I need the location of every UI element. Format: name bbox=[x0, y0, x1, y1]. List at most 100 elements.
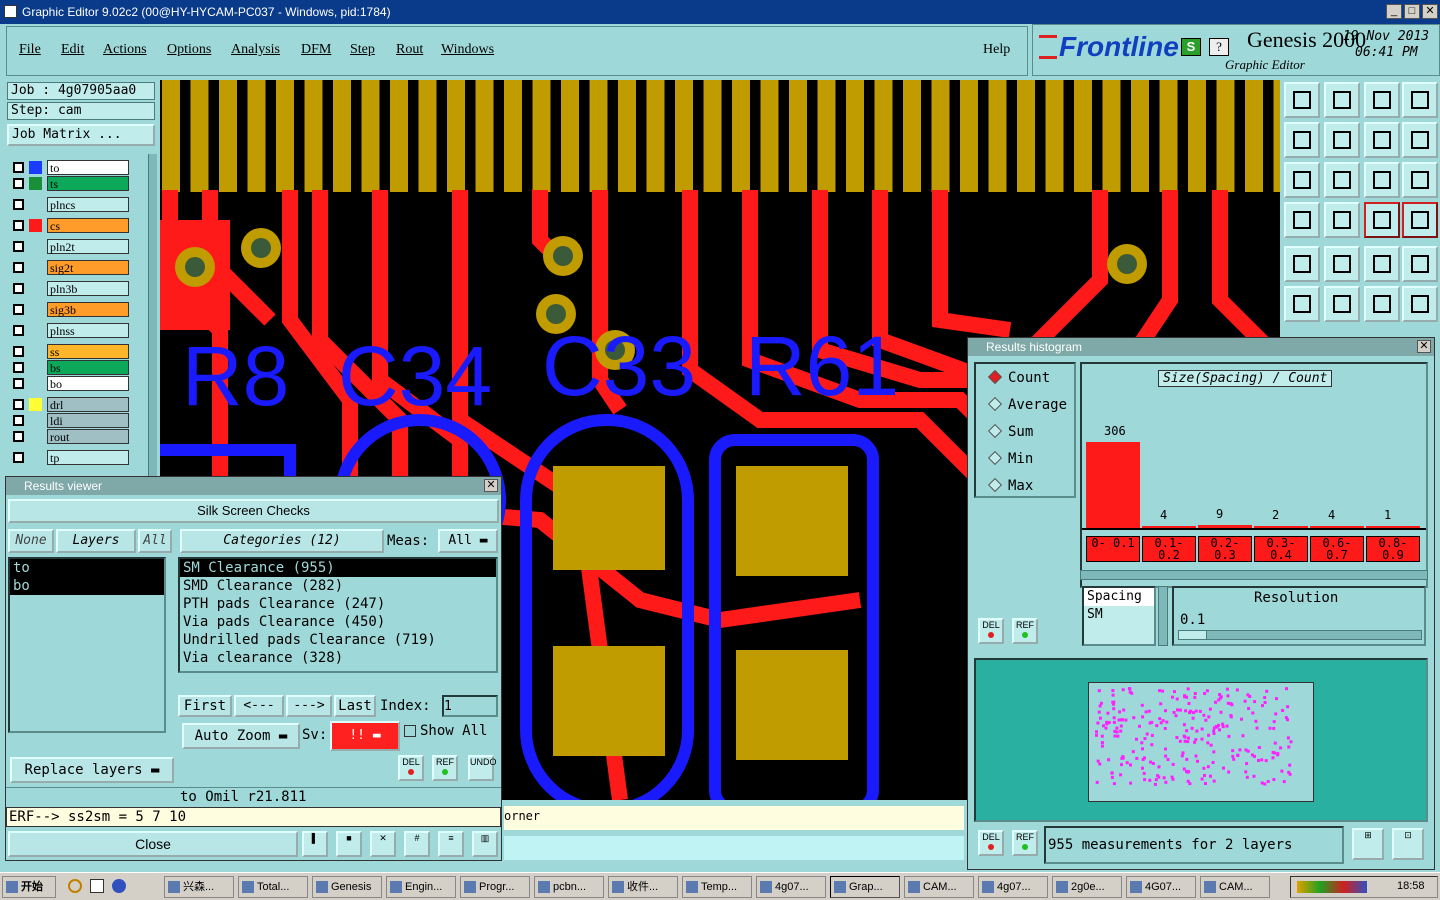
start-button[interactable]: 开始 bbox=[2, 876, 56, 898]
layer-row-tp[interactable]: tp bbox=[10, 450, 129, 465]
show-all-checkbox[interactable] bbox=[404, 725, 416, 737]
histogram-bar[interactable] bbox=[1198, 525, 1252, 528]
layer-row-rout[interactable]: rout bbox=[10, 429, 129, 444]
notepad-icon[interactable] bbox=[90, 879, 104, 893]
layer-row-drl[interactable]: drl bbox=[10, 397, 129, 412]
undo-button[interactable]: UNDO bbox=[468, 755, 497, 781]
tool-pan-right[interactable] bbox=[1324, 122, 1360, 158]
menu-windows[interactable]: Windows bbox=[441, 42, 494, 58]
menu-edit[interactable]: Edit bbox=[61, 42, 84, 58]
measure-type-list[interactable]: Spacing SM bbox=[1082, 586, 1156, 646]
category-item[interactable]: PTH pads Clearance (247) bbox=[180, 595, 496, 613]
aggregate-option-average[interactable]: Average bbox=[987, 396, 1067, 413]
category-item[interactable]: Undrilled pads Clearance (719) bbox=[180, 631, 496, 649]
help-question-button[interactable]: ? bbox=[1209, 38, 1229, 56]
tool-route[interactable] bbox=[1402, 122, 1438, 158]
del-button[interactable]: DEL bbox=[398, 755, 424, 781]
layer-checkbox[interactable] bbox=[13, 241, 24, 252]
layer-checkbox[interactable] bbox=[13, 452, 24, 463]
category-item[interactable]: Via clearance (328) bbox=[180, 649, 496, 667]
aggregate-option-max[interactable]: Max bbox=[987, 477, 1033, 494]
layers-toggle-button[interactable]: Layers bbox=[56, 529, 136, 553]
layer-checkbox[interactable] bbox=[13, 178, 24, 189]
minimize-button[interactable]: _ bbox=[1386, 4, 1402, 19]
taskbar-item[interactable]: 2g0e... bbox=[1052, 876, 1122, 898]
layer-row-pln2t[interactable]: pln2t bbox=[10, 239, 129, 254]
layer-checkbox[interactable] bbox=[13, 325, 24, 336]
layer-row-bs[interactable]: bs bbox=[10, 360, 129, 375]
tool-zoom-home[interactable] bbox=[1284, 82, 1320, 118]
taskbar-item[interactable]: Total... bbox=[238, 876, 308, 898]
taskbar-item[interactable]: pcbn... bbox=[534, 876, 604, 898]
layer-checkbox[interactable] bbox=[13, 362, 24, 373]
taskbar-item[interactable]: 收件... bbox=[608, 876, 678, 898]
taskbar-item[interactable]: Grap... bbox=[830, 876, 900, 898]
tool-a-button[interactable]: ▌ bbox=[302, 831, 328, 857]
layer-row-sig2t[interactable]: sig2t bbox=[10, 260, 129, 275]
tool-settings[interactable] bbox=[1284, 202, 1320, 238]
tool-measure[interactable] bbox=[1364, 246, 1400, 282]
layer-checkbox[interactable] bbox=[13, 415, 24, 426]
histogram-close-icon[interactable]: ✕ bbox=[1417, 340, 1431, 353]
tool-pan-left[interactable] bbox=[1284, 122, 1320, 158]
tool-b-button[interactable]: ■ bbox=[336, 831, 362, 857]
sv-dropdown[interactable]: !! ▬ bbox=[330, 721, 400, 751]
overview-ref-button[interactable]: REF bbox=[1012, 830, 1038, 856]
layer-row-cs[interactable]: cs bbox=[10, 218, 129, 233]
taskbar-item[interactable]: 4g07... bbox=[978, 876, 1048, 898]
taskbar-item[interactable]: Engin... bbox=[386, 876, 456, 898]
histogram-scrollbar[interactable] bbox=[1080, 570, 1428, 580]
layer-row-sig3b[interactable]: sig3b bbox=[10, 302, 129, 317]
layer-checkbox[interactable] bbox=[13, 283, 24, 294]
menu-step[interactable]: Step bbox=[350, 42, 375, 58]
categories-list[interactable]: SM Clearance (955) SMD Clearance (282) PTH… bbox=[178, 557, 498, 673]
zoom-overview-button[interactable]: ⊞ bbox=[1352, 828, 1384, 860]
hist-del-button[interactable]: DEL bbox=[978, 618, 1004, 644]
layer-checkbox[interactable] bbox=[13, 262, 24, 273]
layer-checkbox[interactable] bbox=[13, 220, 24, 231]
list-item[interactable]: Spacing bbox=[1084, 588, 1154, 606]
resolution-slider-handle[interactable] bbox=[1179, 631, 1207, 639]
layer-checkbox[interactable] bbox=[13, 199, 24, 210]
categories-button[interactable]: Categories (12) bbox=[180, 529, 384, 553]
job-matrix-button[interactable]: Job Matrix ... bbox=[7, 124, 155, 146]
tool-center[interactable] bbox=[1324, 162, 1360, 198]
hist-ref-button[interactable]: REF bbox=[1012, 618, 1038, 644]
menu-rout[interactable]: Rout bbox=[396, 42, 423, 58]
layer-row-plncs[interactable]: plncs bbox=[10, 197, 129, 212]
layer-row-pln3b[interactable]: pln3b bbox=[10, 281, 129, 296]
replace-layers-dropdown[interactable]: Replace layers ▬ bbox=[10, 757, 174, 783]
aggregate-option-count[interactable]: Count bbox=[987, 369, 1050, 386]
layer-list-scrollbar[interactable] bbox=[148, 154, 157, 480]
tool-net[interactable] bbox=[1284, 286, 1320, 322]
menu-help[interactable]: Help bbox=[983, 42, 1010, 58]
tool-scale[interactable] bbox=[1364, 162, 1400, 198]
last-button[interactable]: Last bbox=[334, 695, 376, 717]
tool-cross[interactable] bbox=[1324, 286, 1360, 322]
tool-house[interactable] bbox=[1364, 82, 1400, 118]
result-layers-list[interactable]: to bo bbox=[8, 557, 166, 733]
tool-query[interactable] bbox=[1402, 162, 1438, 198]
layer-row-bo[interactable]: bo bbox=[10, 376, 129, 391]
tool-edit[interactable] bbox=[1324, 246, 1360, 282]
tool-arrow[interactable] bbox=[1402, 286, 1438, 322]
clock-app-icon[interactable] bbox=[68, 879, 82, 893]
layers-none-button[interactable]: None bbox=[8, 529, 54, 553]
histogram-bar[interactable] bbox=[1310, 526, 1364, 528]
list-item[interactable]: to bbox=[10, 559, 164, 577]
tool-d-button[interactable]: # bbox=[404, 831, 430, 857]
tool-layers-a[interactable] bbox=[1364, 202, 1400, 238]
menu-analysis[interactable]: Analysis bbox=[231, 42, 280, 58]
close-window-button[interactable]: ✕ bbox=[1422, 4, 1438, 19]
layer-checkbox[interactable] bbox=[13, 346, 24, 357]
list-item[interactable]: bo bbox=[10, 577, 164, 595]
tool-grid[interactable] bbox=[1324, 202, 1360, 238]
layer-checkbox[interactable] bbox=[13, 399, 24, 410]
meas-dropdown[interactable]: All ▬ bbox=[438, 529, 498, 553]
results-viewer-close-icon[interactable]: ✕ bbox=[484, 479, 498, 492]
prev-button[interactable]: <--- bbox=[234, 695, 284, 717]
browser-icon[interactable] bbox=[112, 879, 126, 893]
layer-row-plnss[interactable]: plnss bbox=[10, 323, 129, 338]
layer-checkbox[interactable] bbox=[13, 304, 24, 315]
menu-dfm[interactable]: DFM bbox=[301, 42, 331, 58]
